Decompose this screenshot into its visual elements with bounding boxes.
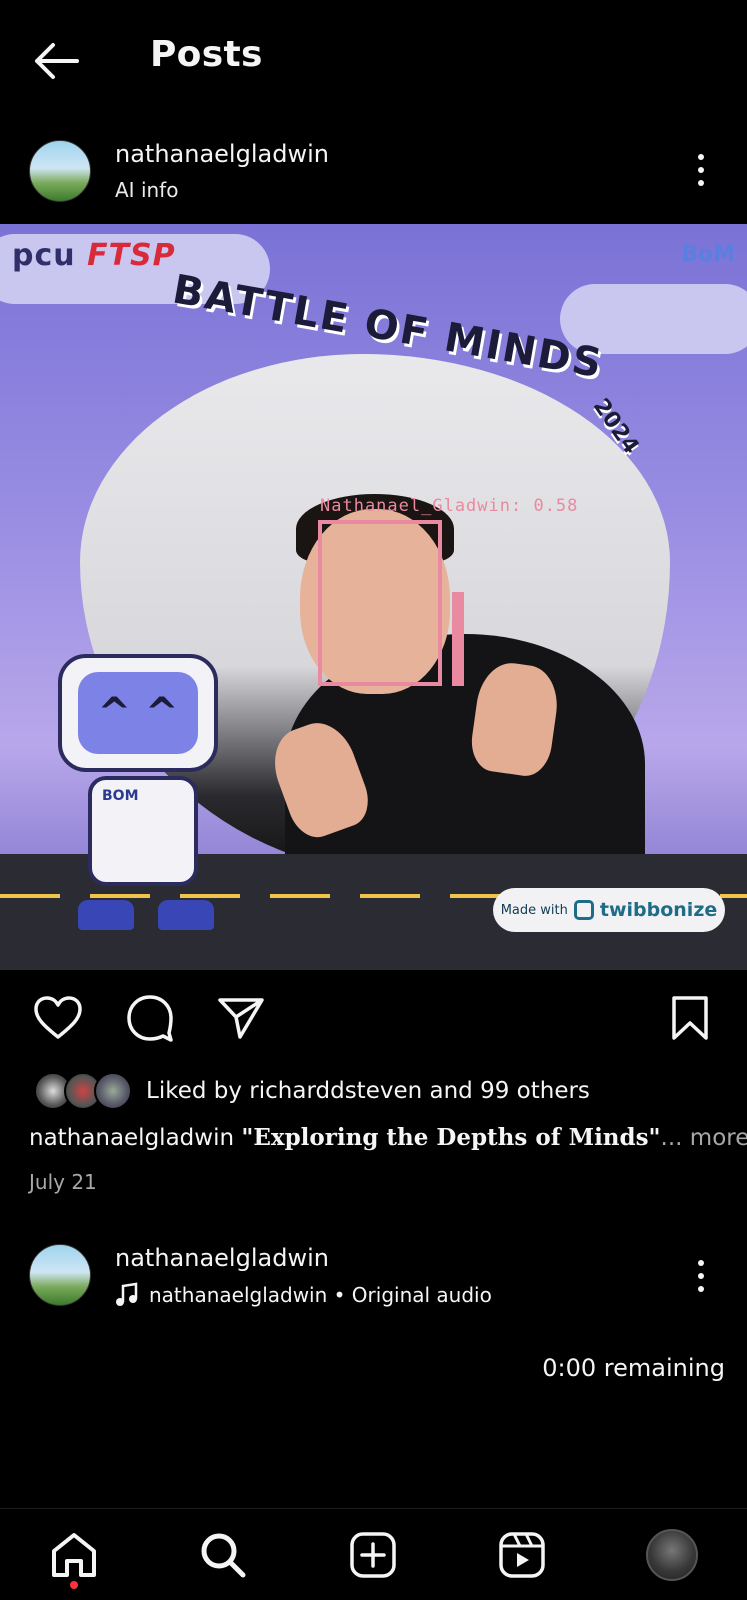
next-post-header: nathanaelgladwin nathanaelgladwin • Orig… (0, 1236, 747, 1320)
twibbonize-watermark: Made with twibbonize (493, 888, 725, 932)
face-detection-label: Nathanael_Gladwin: 0.58 (320, 496, 579, 516)
music-note-icon (116, 1282, 138, 1306)
top-bar: Posts (0, 0, 747, 118)
audio-label: nathanaelgladwin • Original audio (149, 1283, 492, 1307)
author-avatar[interactable] (29, 140, 91, 202)
pcu-logo: pcu FTSP (12, 238, 176, 273)
kebab-icon (698, 1260, 704, 1266)
profile-avatar (646, 1529, 698, 1581)
reels-icon (499, 1532, 545, 1578)
caption-username[interactable]: nathanaelgladwin (29, 1125, 234, 1151)
bookmark-icon (672, 996, 708, 1040)
nav-create[interactable] (343, 1525, 403, 1585)
liker-avatar (94, 1072, 132, 1110)
bottom-navigation (0, 1508, 747, 1600)
save-button[interactable] (662, 990, 718, 1046)
comment-button[interactable] (122, 990, 178, 1046)
bom-logo: BoM (681, 242, 735, 267)
post-options-button[interactable] (686, 150, 716, 190)
back-button[interactable] (28, 36, 84, 86)
ai-info-label[interactable]: AI info (115, 178, 178, 202)
arrow-left-icon (35, 43, 79, 79)
author-avatar[interactable] (29, 1244, 91, 1306)
notification-dot (70, 1581, 78, 1589)
paper-plane-icon (218, 998, 264, 1039)
post-image[interactable]: pcu FTSP BoM BATTLE OF MINDS 2024 Nathan… (0, 224, 747, 970)
likes-count[interactable]: Liked by richarddsteven and 99 others (146, 1078, 590, 1104)
nav-search[interactable] (193, 1525, 253, 1585)
audio-info[interactable]: nathanaelgladwin • Original audio (115, 1282, 492, 1308)
post-date: July 21 (29, 1170, 97, 1194)
post-header: nathanaelgladwin AI info (0, 132, 747, 216)
like-button[interactable] (30, 990, 86, 1046)
robot-mascot: ^ ^ BOM (38, 654, 238, 934)
author-username[interactable]: nathanaelgladwin (115, 140, 329, 168)
nav-reels[interactable] (492, 1525, 552, 1585)
heart-icon (34, 996, 82, 1039)
nav-home[interactable] (44, 1525, 104, 1585)
post-options-button[interactable] (686, 1256, 716, 1296)
caption-more-link[interactable]: ... more (661, 1125, 747, 1151)
caption-text: "Exploring the Depths of Minds" (241, 1124, 661, 1151)
author-username[interactable]: nathanaelgladwin (115, 1244, 329, 1272)
face-confidence-bar (452, 592, 464, 686)
post-actions (0, 990, 747, 1046)
share-button[interactable] (213, 990, 269, 1046)
page-title: Posts (150, 34, 263, 75)
twibbonize-icon (573, 900, 594, 920)
post-caption[interactable]: nathanaelgladwin "Exploring the Depths o… (29, 1124, 747, 1151)
create-icon (350, 1532, 396, 1578)
kebab-icon (698, 154, 704, 160)
face-detection-box (318, 520, 442, 686)
likes-row[interactable]: Liked by richarddsteven and 99 others (0, 1070, 747, 1114)
comment-icon (127, 995, 173, 1042)
nav-profile[interactable] (642, 1525, 702, 1585)
home-icon (52, 1533, 96, 1577)
time-remaining: 0:00 remaining (542, 1354, 725, 1382)
search-icon (201, 1533, 246, 1578)
